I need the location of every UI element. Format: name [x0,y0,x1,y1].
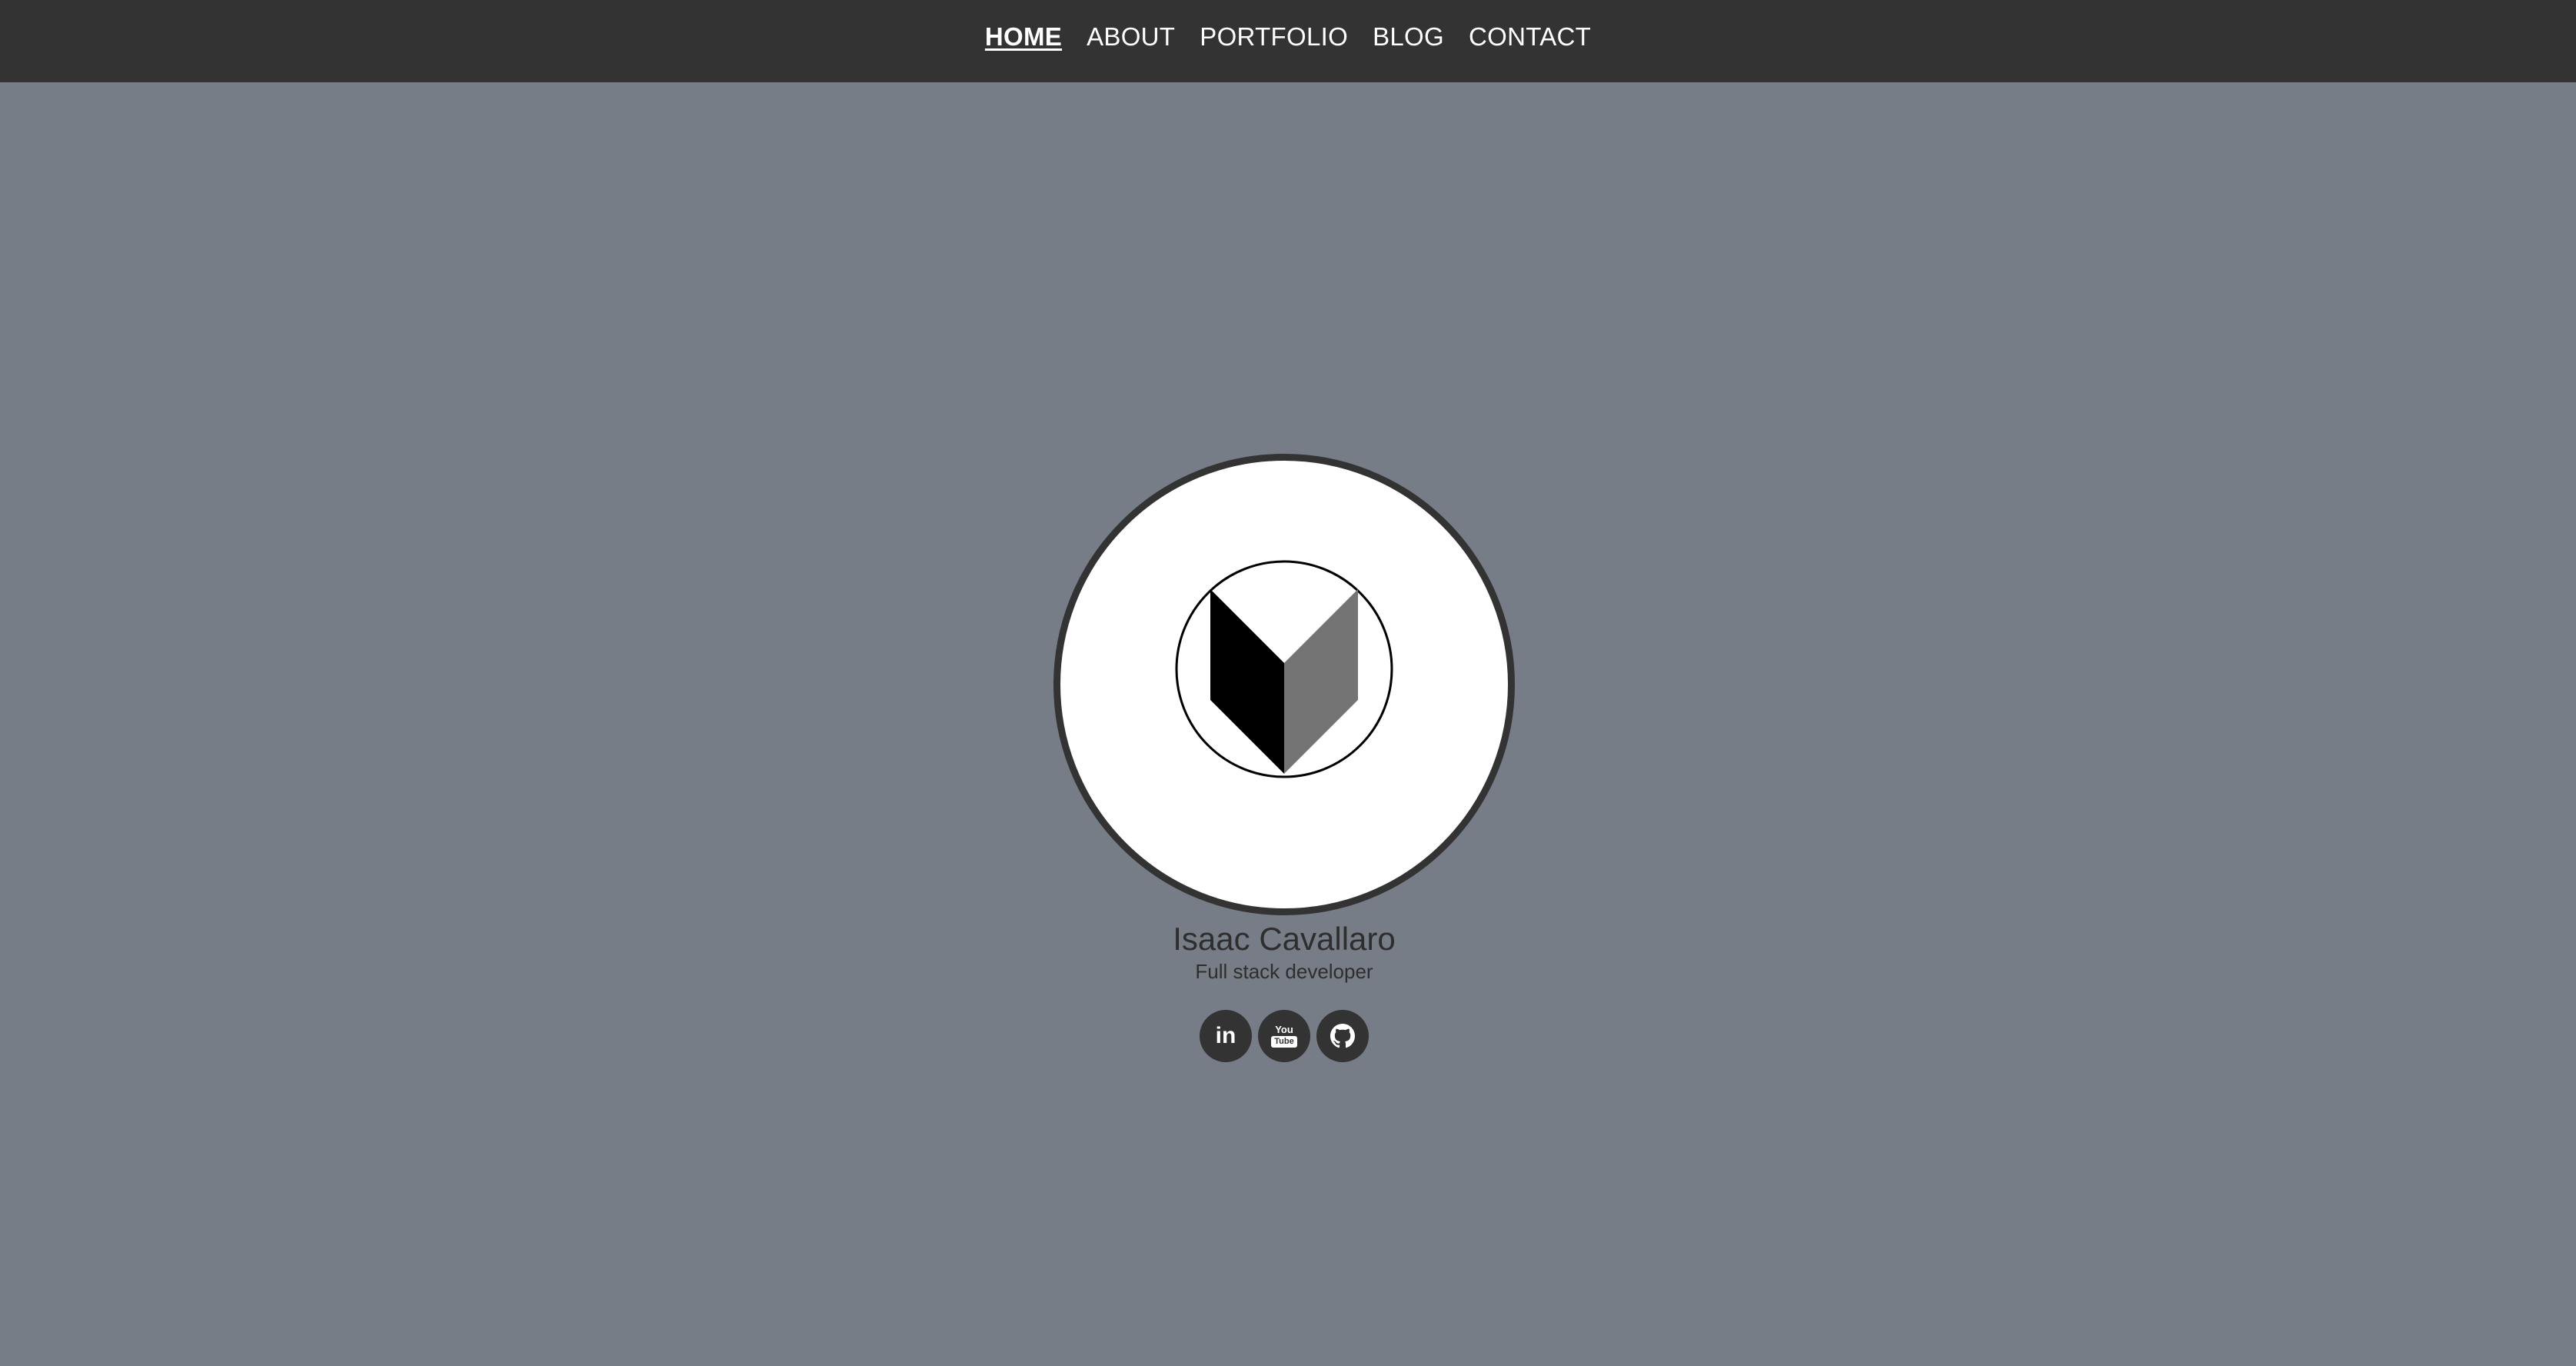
nav-item-portfolio[interactable]: PORTFOLIO [1200,22,1348,52]
profile-name: Isaac Cavallaro [1173,921,1396,957]
youtube-button[interactable]: You Tube [1258,1010,1310,1062]
top-navigation-bar: HOME ABOUT PORTFOLIO BLOG CONTACT [0,0,2576,82]
github-button[interactable] [1316,1010,1369,1062]
nav-item-blog[interactable]: BLOG [1373,22,1444,52]
nav-item-about[interactable]: ABOUT [1087,22,1175,52]
profile-role: Full stack developer [1195,960,1373,983]
linkedin-button[interactable]: in [1200,1010,1252,1062]
social-links: in You Tube [0,1010,2568,1062]
youtube-icon: You Tube [1271,1024,1297,1048]
youtube-icon-you: You [1275,1024,1293,1035]
nav-list: HOME ABOUT PORTFOLIO BLOG CONTACT [0,0,2576,74]
github-icon [1330,1024,1355,1048]
nav-item-home[interactable]: HOME [985,22,1062,52]
nav-item-contact[interactable]: CONTACT [1469,22,1591,52]
linkedin-icon: in [1215,1023,1236,1048]
shield-logo-icon [1175,560,1393,778]
youtube-icon-tube: Tube [1271,1036,1297,1048]
